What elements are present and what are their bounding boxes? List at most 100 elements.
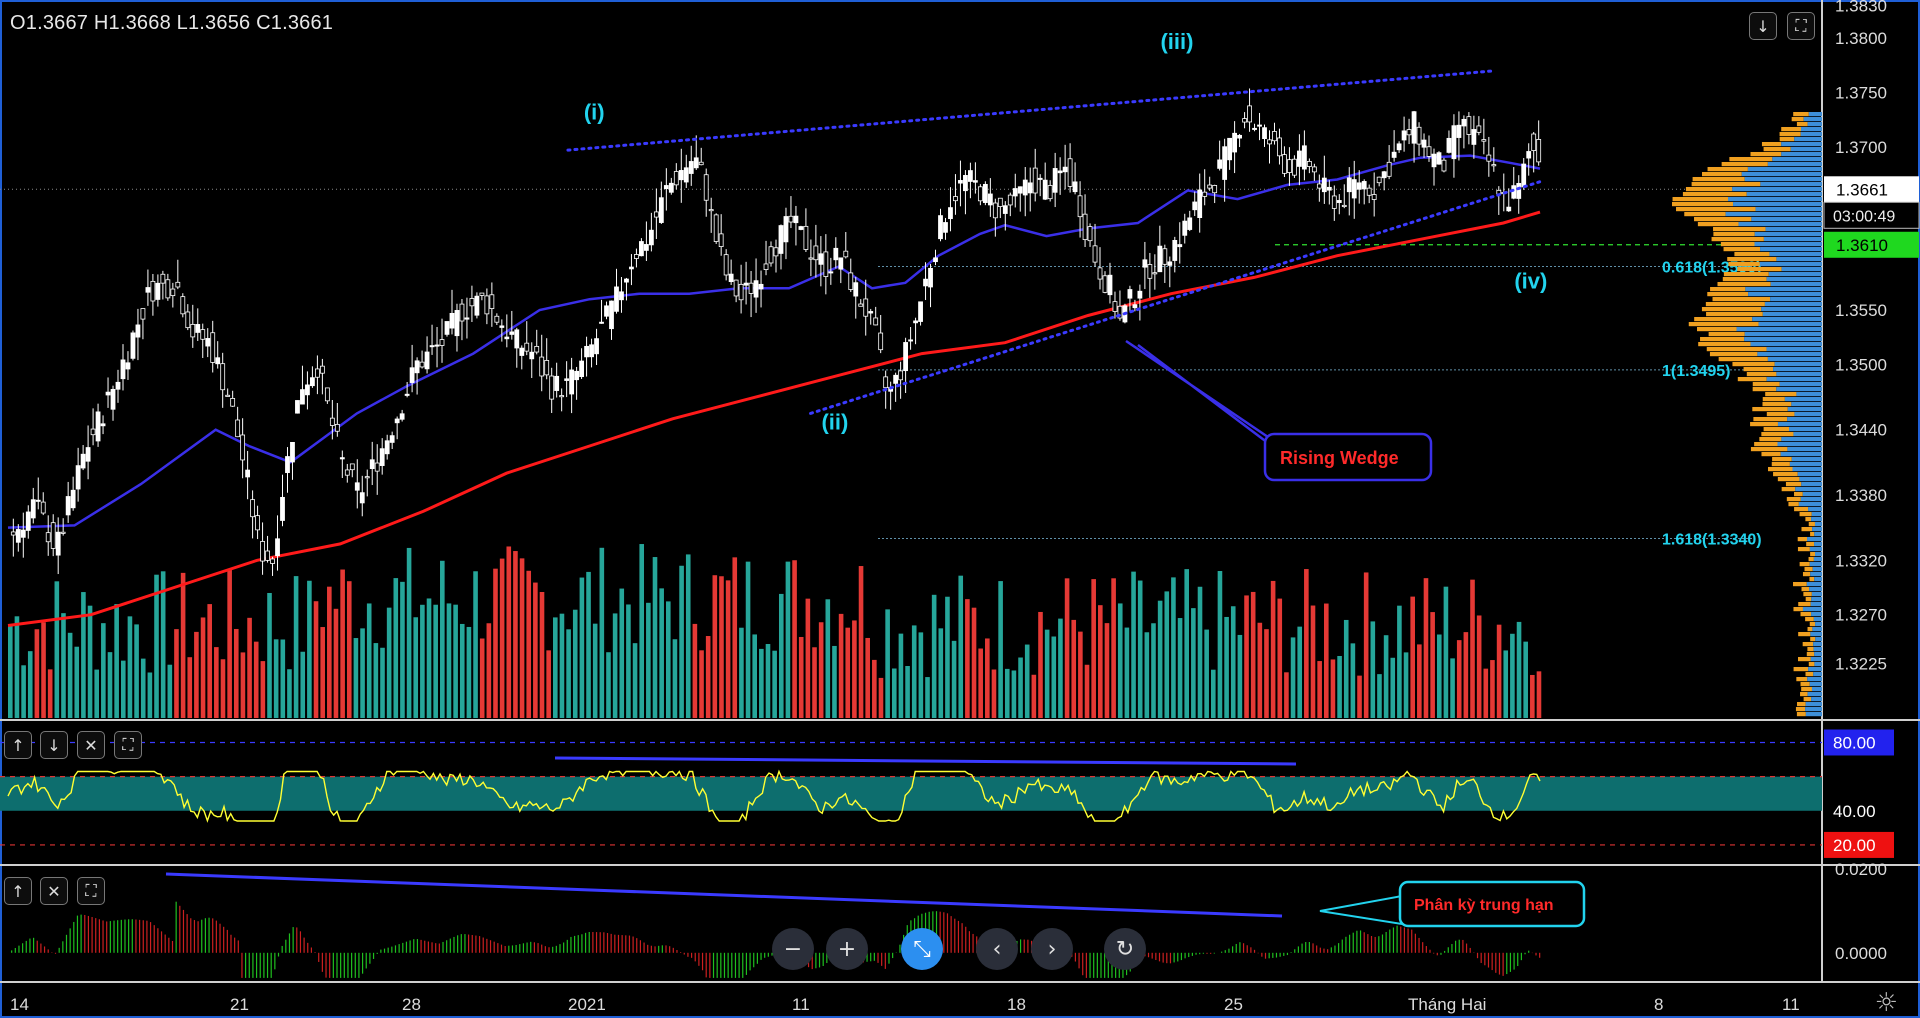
profile-bar (1769, 252, 1822, 257)
profile-bar (1759, 262, 1822, 267)
profile-bar (1796, 702, 1806, 707)
profile-bar (1810, 637, 1816, 642)
scroll-down-button[interactable]: ↓ (1749, 12, 1777, 40)
profile-bar (1807, 627, 1813, 632)
candle-body (305, 384, 310, 396)
rsi-close-button[interactable]: ✕ (77, 731, 105, 759)
volume-bar (1191, 608, 1196, 718)
candle-body (414, 360, 420, 374)
profile-bar (1710, 287, 1746, 292)
candle-body (1471, 129, 1477, 145)
profile-bar (1781, 267, 1822, 272)
volume-bar (386, 607, 392, 718)
profile-bar (1779, 382, 1822, 387)
candle-body (384, 440, 390, 455)
profile-bar (1766, 412, 1795, 417)
candle-body (349, 463, 355, 471)
candle-body (663, 185, 669, 190)
profile-bar (1811, 592, 1822, 597)
candle-body (190, 323, 196, 338)
volume-bar (1051, 636, 1057, 718)
volume-bar (918, 632, 924, 718)
ohlc-readout: O1.3667 H1.3668 L1.3656 C1.3661 (10, 12, 334, 34)
candle-body (90, 428, 96, 436)
volume-bar (1078, 631, 1083, 718)
volume-bar (147, 672, 153, 718)
volume-bar (327, 586, 332, 718)
profile-bar (1810, 552, 1816, 557)
volume-bar (1483, 668, 1489, 718)
profile-bar (1694, 217, 1752, 222)
profile-bar (1807, 537, 1822, 542)
profile-bar (1794, 507, 1809, 512)
candle-body (903, 342, 909, 372)
candle-body (499, 325, 505, 328)
candle-body (653, 211, 659, 218)
wave-label: (ii) (821, 410, 848, 435)
profile-bar (1773, 367, 1822, 372)
profile-bar (1760, 182, 1822, 187)
candle-body (1222, 146, 1228, 180)
maximize-button[interactable]: ⛶ (1787, 12, 1815, 40)
candle-body (778, 225, 784, 254)
volume-bar (1430, 612, 1435, 718)
candle-body (1097, 267, 1103, 280)
profile-bar (1763, 427, 1790, 432)
rsi-maximize-button[interactable]: ⛶ (114, 731, 142, 759)
scroll-back-button[interactable]: ‹ (976, 928, 1018, 970)
profile-bar (1811, 612, 1822, 617)
profile-bar (1762, 397, 1785, 402)
candle-body (394, 418, 400, 424)
rsi-move-down-button[interactable]: ↓ (40, 731, 68, 759)
candle-body (708, 209, 714, 212)
volume-bar (61, 613, 66, 718)
profile-bar (1776, 257, 1822, 262)
volume-bar (400, 581, 405, 718)
candle-body (1396, 143, 1402, 151)
macd-move-up-button[interactable]: ↑ (4, 877, 32, 905)
profile-bar (1805, 517, 1812, 522)
candle-body (1207, 184, 1213, 189)
chart-stage[interactable]: 0.618(1.3590)1(1.3495)1.618(1.3340)(i)(i… (0, 0, 1920, 1018)
profile-bar (1725, 212, 1822, 217)
price-tick: 1.3320 (1835, 551, 1887, 570)
volume-bar (1417, 644, 1422, 718)
reset-chart-button[interactable]: ↻ (1104, 928, 1146, 970)
profile-bar (1676, 207, 1756, 212)
candle-body (1351, 179, 1357, 199)
candle-body (1421, 139, 1427, 148)
volume-bar (214, 647, 219, 718)
macd-maximize-button[interactable]: ⛶ (77, 877, 105, 905)
settings-gear-icon[interactable]: ☼ (1875, 988, 1898, 1018)
zoom-out-button[interactable]: − (772, 928, 814, 970)
time-tick: 18 (1007, 995, 1026, 1014)
candle-body (1007, 194, 1013, 206)
profile-bar (1805, 707, 1822, 712)
volume-bar (606, 652, 611, 718)
candle-body (100, 423, 106, 427)
candle-body (868, 311, 874, 314)
profile-bar (1815, 637, 1822, 642)
volume-bar (705, 636, 711, 718)
candle-body (484, 295, 490, 315)
volume-bar (27, 651, 33, 718)
volume-bar (200, 617, 206, 718)
rsi-move-up-button[interactable]: ↑ (4, 731, 32, 759)
volume-bar (1044, 629, 1050, 718)
profile-bar (1787, 447, 1822, 452)
last-price-value: 1.3661 (1836, 180, 1888, 199)
candle-body (624, 278, 629, 283)
macd-close-button[interactable]: ✕ (40, 877, 68, 905)
zoom-in-button[interactable]: + (826, 928, 868, 970)
candle-body (1092, 245, 1098, 263)
volume-bar (951, 640, 957, 718)
fit-chart-button[interactable]: ⤡ (901, 928, 943, 970)
candle-body (135, 324, 141, 338)
profile-bar (1798, 657, 1811, 662)
volume-bar (1244, 595, 1249, 718)
profile-bar (1743, 367, 1774, 372)
volume-bar (672, 639, 678, 718)
profile-bar (1744, 332, 1822, 337)
profile-bar (1734, 252, 1770, 257)
scroll-forward-button[interactable]: › (1031, 928, 1073, 970)
